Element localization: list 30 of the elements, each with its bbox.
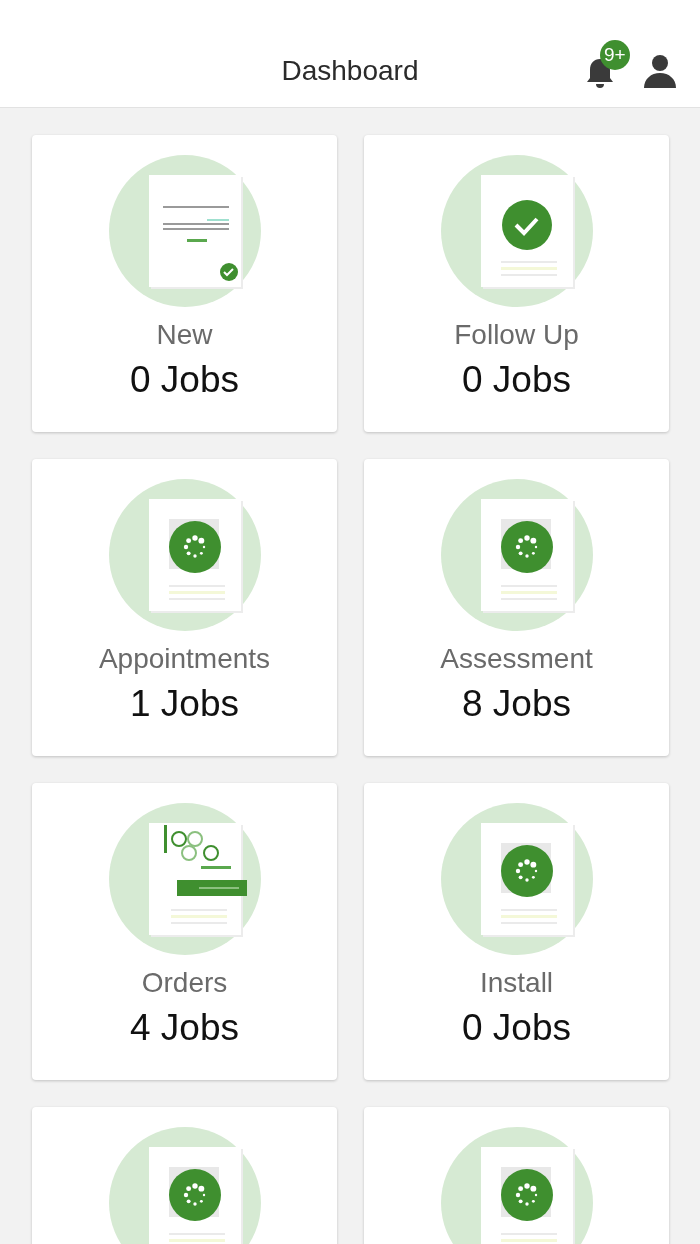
order-document-icon xyxy=(108,803,261,955)
user-icon xyxy=(642,53,678,89)
job-count: 4 Jobs xyxy=(130,1007,239,1049)
job-count: 8 Jobs xyxy=(462,683,571,725)
job-category-card[interactable]: Orders 4 Jobs xyxy=(32,783,337,1080)
job-category-card[interactable]: New 0 Jobs xyxy=(32,135,337,432)
category-label: Appointments xyxy=(98,643,271,675)
job-count: 0 Jobs xyxy=(130,359,239,401)
category-label: Follow Up xyxy=(454,319,579,351)
document-icon xyxy=(108,155,261,307)
job-category-card[interactable]: Appointments 1 Jobs xyxy=(32,459,337,756)
document-progress-icon xyxy=(108,1127,261,1244)
category-label: Assessment xyxy=(440,643,593,675)
checked-document-icon xyxy=(440,155,593,307)
document-progress-icon xyxy=(440,1127,593,1244)
job-count: 0 Jobs xyxy=(462,359,571,401)
job-category-card[interactable]: Assessment 8 Jobs xyxy=(364,459,669,756)
job-category-card[interactable]: Follow Up 0 Jobs xyxy=(364,135,669,432)
document-progress-icon xyxy=(440,479,593,631)
notification-badge: 9+ xyxy=(600,40,630,70)
category-label: Install xyxy=(479,967,554,999)
job-count: 1 Jobs xyxy=(130,683,239,725)
job-count: 0 Jobs xyxy=(462,1007,571,1049)
page-title: Dashboard xyxy=(281,55,419,87)
category-label: New xyxy=(156,319,213,351)
job-category-card[interactable]: Install 0 Jobs xyxy=(364,783,669,1080)
notifications-button[interactable]: 9+ xyxy=(584,38,636,90)
category-label: Orders xyxy=(141,967,228,999)
document-progress-icon xyxy=(440,803,593,955)
document-progress-icon xyxy=(108,479,261,631)
